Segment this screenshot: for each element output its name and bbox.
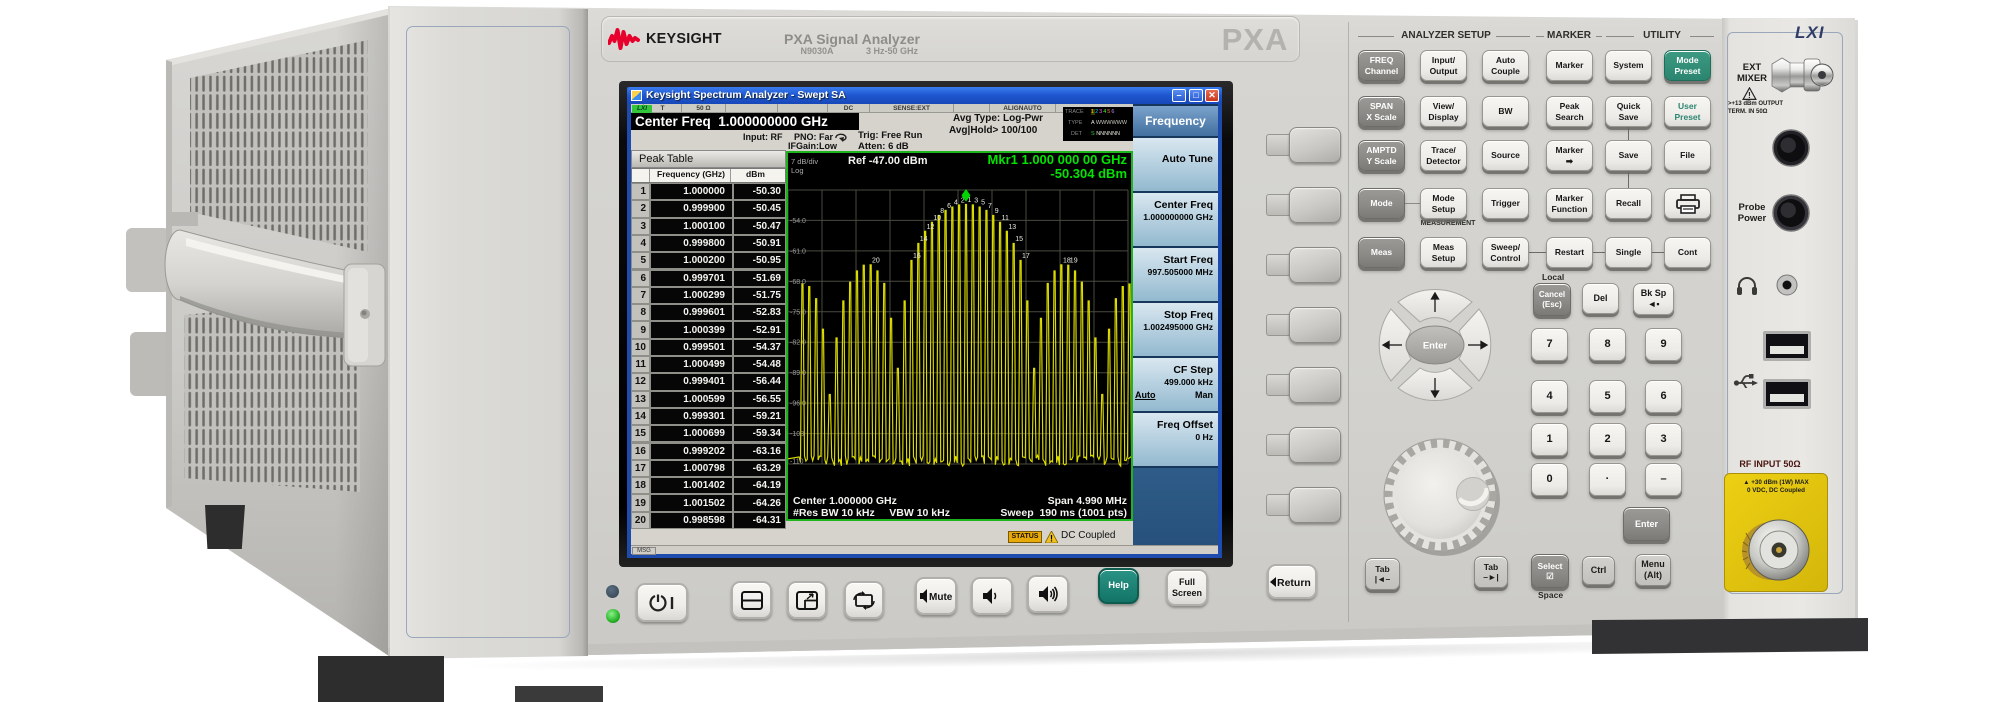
- svg-text:!: !: [1050, 534, 1053, 544]
- svg-text:-82.0: -82.0: [790, 340, 806, 347]
- svg-text:9: 9: [995, 208, 999, 215]
- svg-text:19: 19: [1070, 257, 1078, 264]
- svg-text:11: 11: [1002, 215, 1009, 222]
- svg-text:3: 3: [974, 198, 978, 205]
- svg-text:!: !: [1748, 90, 1751, 100]
- svg-text:13: 13: [1008, 224, 1016, 231]
- svg-text:15: 15: [1015, 236, 1023, 243]
- svg-text:-103: -103: [790, 431, 804, 438]
- svg-text:7: 7: [988, 203, 992, 210]
- svg-text:17: 17: [1022, 253, 1030, 260]
- svg-text:10: 10: [933, 215, 941, 222]
- svg-text:4: 4: [954, 200, 958, 207]
- svg-text:-89.0: -89.0: [790, 370, 806, 377]
- svg-text:12: 12: [927, 224, 935, 231]
- svg-text:Enter: Enter: [1423, 341, 1448, 352]
- svg-text:14: 14: [920, 236, 928, 243]
- svg-text:-54.0: -54.0: [790, 218, 806, 225]
- svg-text:-61.0: -61.0: [790, 248, 806, 255]
- svg-text:-96.0: -96.0: [790, 401, 806, 408]
- svg-text:20: 20: [872, 257, 880, 264]
- svg-text:Return: Return: [1277, 577, 1311, 588]
- svg-text:6: 6: [947, 203, 951, 210]
- svg-text:-110: -110: [790, 459, 804, 466]
- svg-text:Mute: Mute: [929, 592, 953, 603]
- svg-text:5: 5: [981, 200, 985, 207]
- svg-text:-68.0: -68.0: [790, 279, 806, 286]
- svg-text:-75.0: -75.0: [790, 309, 806, 316]
- svg-text:16: 16: [913, 253, 921, 260]
